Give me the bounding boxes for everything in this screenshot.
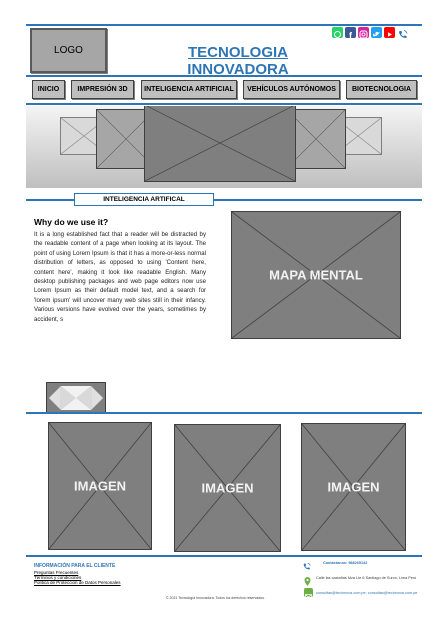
- footer-phone: Contáctanos: 988265142: [323, 561, 368, 565]
- mind-map-label: MAPA MENTAL: [269, 267, 363, 283]
- banner-carousel[interactable]: [26, 106, 422, 188]
- gallery-image-2-label: IMAGEN: [201, 480, 254, 496]
- nav-biotecnologia[interactable]: BIOTECNOLOGIA: [346, 80, 417, 99]
- carousel-slide-main[interactable]: [144, 106, 296, 182]
- page-frame: LOGO TECNOLOGIA INNOVADORA f INICIO IMPR…: [26, 24, 422, 602]
- phone-icon[interactable]: [397, 27, 408, 39]
- mail-icon: [304, 588, 313, 599]
- logo-label: LOGO: [54, 45, 83, 56]
- gallery-image-3[interactable]: IMAGEN: [301, 423, 406, 551]
- footer-email[interactable]: consultas@tecinnova.com.pe; consultas@te…: [316, 591, 417, 595]
- whatsapp-icon[interactable]: [332, 27, 343, 38]
- gallery-slider-control[interactable]: [46, 382, 106, 414]
- phone-icon: [302, 558, 311, 570]
- header-rule: [26, 75, 422, 77]
- youtube-icon[interactable]: [384, 27, 395, 38]
- nav-inteligencia-artificial[interactable]: INTELIGENCIA ARTIFICIAL: [141, 80, 237, 99]
- footer-rule: [26, 555, 422, 557]
- logo[interactable]: LOGO: [30, 28, 107, 73]
- nav-vehiculos-autonomos[interactable]: VEHÍCULOS AUTÓNOMOS: [243, 80, 340, 99]
- footer-link-privacy[interactable]: Política de Protección de Datos Personal…: [34, 580, 121, 585]
- site-title[interactable]: TECNOLOGIA INNOVADORA: [138, 44, 338, 78]
- twitter-icon[interactable]: [371, 27, 382, 38]
- footer-title: INFORMACIÓN PARA EL CLIENTE: [34, 563, 116, 569]
- nav-inicio[interactable]: INICIO: [32, 80, 65, 99]
- location-pin-icon: [304, 573, 311, 586]
- facebook-icon[interactable]: f: [345, 27, 356, 41]
- top-rule: [26, 24, 422, 26]
- svg-text:f: f: [349, 31, 353, 41]
- nav-rule: [26, 103, 422, 105]
- instagram-icon[interactable]: [358, 27, 369, 39]
- article-title: Why do we use it?: [34, 217, 109, 227]
- mind-map-image[interactable]: MAPA MENTAL: [231, 211, 401, 339]
- gallery-image-1[interactable]: IMAGEN: [48, 422, 152, 550]
- gallery-image-1-label: IMAGEN: [74, 478, 126, 494]
- section-tag: INTELIGENCIA ARTIFICAL: [74, 193, 214, 206]
- slider-next-arrow: [90, 385, 104, 411]
- gallery-image-3-label: IMAGEN: [327, 479, 380, 495]
- article-body: It is a long established fact that a rea…: [34, 231, 206, 323]
- slider-prev-arrow: [48, 385, 62, 411]
- gallery-image-2[interactable]: IMAGEN: [174, 424, 281, 552]
- gallery-rule: [26, 412, 422, 414]
- footer-copyright: © 2021 Tecnología Innovadora. Todos los …: [166, 596, 265, 600]
- nav-impresion-3d[interactable]: IMPRESIÓN 3D: [71, 80, 134, 99]
- footer-address: Calle las castañas Mza Lte 6 Santiago de…: [316, 576, 417, 580]
